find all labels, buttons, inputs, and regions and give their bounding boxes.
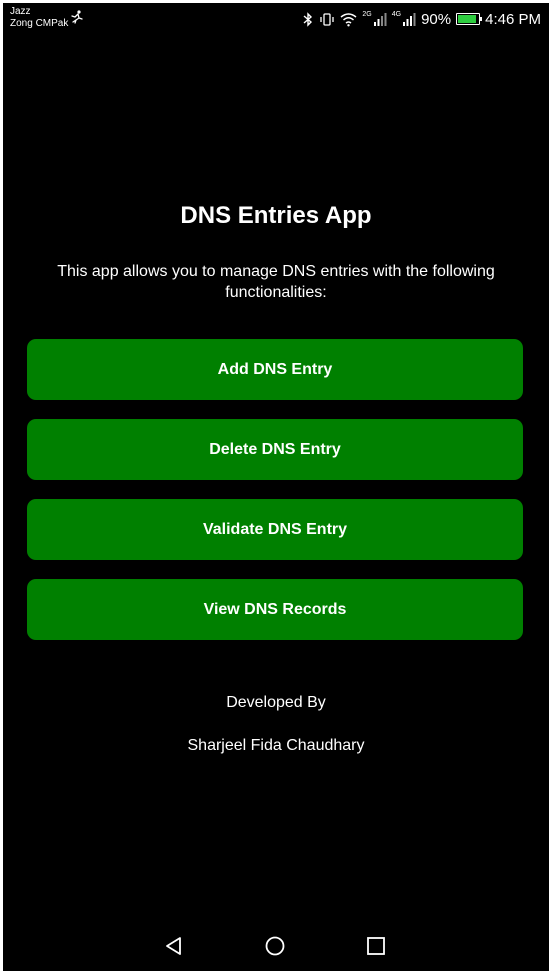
- status-icons: 2G 4G 90% 4:46 PM: [302, 9, 541, 29]
- home-icon: [265, 936, 285, 956]
- network-type-label: 4G: [391, 11, 402, 18]
- phone-screen: Jazz Zong CMPak 2G 4G 90% 4:46 PM DNS En…: [3, 3, 549, 971]
- carrier-primary: Jazz: [10, 6, 31, 17]
- developed-by-label: Developed By: [226, 694, 326, 711]
- vibrate-icon: [320, 12, 335, 26]
- add-dns-entry-button[interactable]: Add DNS Entry: [27, 339, 523, 400]
- status-bar: Jazz Zong CMPak 2G 4G 90% 4:46 PM: [3, 3, 549, 37]
- battery-level-fill: [458, 15, 476, 23]
- battery-percent: 90%: [421, 10, 452, 28]
- recents-icon: [367, 937, 385, 955]
- battery-tip: [480, 17, 483, 21]
- signal-icon: [373, 13, 387, 26]
- carrier-secondary: Zong CMPak: [10, 18, 69, 29]
- clock: 4:46 PM: [485, 10, 541, 28]
- battery-icon: [456, 13, 483, 25]
- validate-dns-entry-button[interactable]: Validate DNS Entry: [27, 499, 523, 560]
- page-title: DNS Entries App: [180, 202, 372, 229]
- home-button[interactable]: [264, 935, 286, 957]
- back-button[interactable]: [163, 935, 185, 957]
- back-icon: [166, 937, 181, 955]
- app-description: This app allows you to manage DNS entrie…: [57, 263, 495, 301]
- recents-button[interactable]: [365, 935, 387, 957]
- bluetooth-icon: [303, 11, 313, 27]
- delete-dns-entry-button[interactable]: Delete DNS Entry: [27, 419, 523, 480]
- navigation-bar: [3, 921, 549, 971]
- runner-icon: [71, 10, 83, 24]
- carrier-info: Jazz Zong CMPak: [10, 6, 68, 30]
- wifi-icon: [340, 12, 357, 26]
- developer-name: Sharjeel Fida Chaudhary: [187, 737, 365, 754]
- view-dns-records-button[interactable]: View DNS Records: [27, 579, 523, 640]
- network-type-label: 2G: [362, 11, 372, 18]
- signal-icon: [403, 13, 416, 26]
